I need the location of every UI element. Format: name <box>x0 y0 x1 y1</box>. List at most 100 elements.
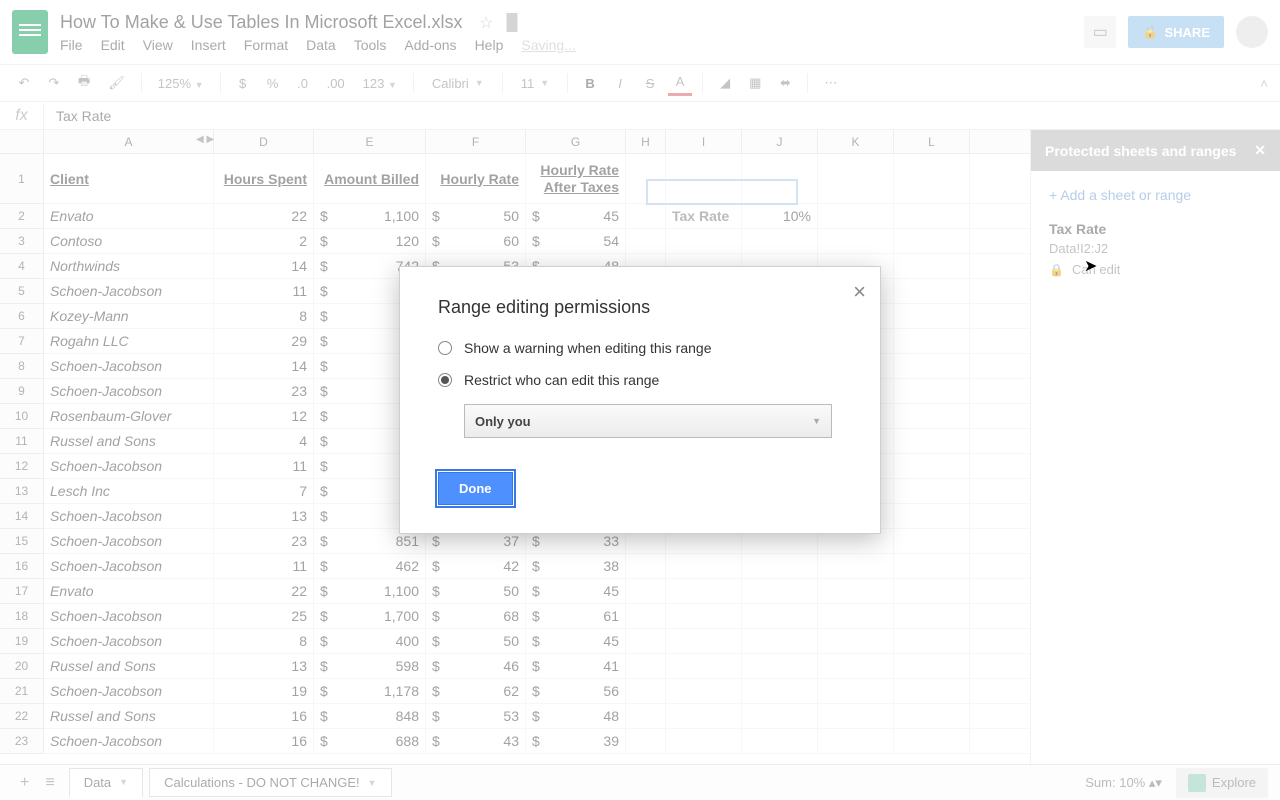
cell[interactable] <box>666 629 742 653</box>
cell[interactable] <box>666 704 742 728</box>
cell[interactable]: Lesch Inc <box>44 479 214 503</box>
cell[interactable] <box>894 679 970 703</box>
cell[interactable]: $62 <box>426 679 526 703</box>
cell[interactable]: $400 <box>314 629 426 653</box>
cell[interactable]: 19 <box>214 679 314 703</box>
cell[interactable]: 10% <box>742 204 818 228</box>
comments-icon[interactable]: ▭ <box>1084 16 1116 48</box>
cell[interactable] <box>818 604 894 628</box>
font-size-select[interactable]: 11▼ <box>513 76 557 91</box>
cell[interactable] <box>894 729 970 753</box>
col-header-K[interactable]: K <box>818 130 894 153</box>
cell[interactable] <box>742 679 818 703</box>
menu-format[interactable]: Format <box>244 37 288 53</box>
cell[interactable]: Schoen-Jacobson <box>44 379 214 403</box>
cell[interactable]: $39 <box>526 729 626 753</box>
cell[interactable]: 11 <box>214 454 314 478</box>
cell[interactable] <box>666 679 742 703</box>
cell[interactable]: 8 <box>214 629 314 653</box>
scroll-left-icon[interactable]: ◀ <box>196 134 204 145</box>
text-color-button[interactable]: A <box>668 70 692 96</box>
cell[interactable]: $60 <box>426 229 526 253</box>
cell[interactable]: Schoen-Jacobson <box>44 529 214 553</box>
cell[interactable] <box>894 354 970 378</box>
cell[interactable] <box>626 629 666 653</box>
row-header[interactable]: 13 <box>0 479 43 504</box>
cell[interactable]: $45 <box>526 204 626 228</box>
row-header[interactable]: 5 <box>0 279 43 304</box>
select-all-corner[interactable] <box>0 130 44 154</box>
cell[interactable]: $1,100 <box>314 579 426 603</box>
cell[interactable]: $1,700 <box>314 604 426 628</box>
row-header[interactable]: 2 <box>0 204 43 229</box>
cell[interactable] <box>742 579 818 603</box>
col-header-G[interactable]: G <box>526 130 626 153</box>
cell[interactable]: $38 <box>526 554 626 578</box>
cell[interactable]: $46 <box>426 654 526 678</box>
cell[interactable]: 12 <box>214 404 314 428</box>
cell[interactable]: 4 <box>214 429 314 453</box>
zoom-select[interactable]: 125% ▼ <box>152 72 210 95</box>
menu-file[interactable]: File <box>60 37 83 53</box>
editor-select[interactable]: Only you ▼ <box>464 404 832 438</box>
undo-icon[interactable]: ↶ <box>12 71 36 95</box>
cell[interactable] <box>742 704 818 728</box>
add-sheet-button[interactable]: + <box>12 770 37 796</box>
cell[interactable]: Contoso <box>44 229 214 253</box>
cell[interactable]: Hourly Rate <box>426 154 526 203</box>
formula-input[interactable]: Tax Rate <box>44 108 123 124</box>
cell[interactable]: 23 <box>214 379 314 403</box>
col-header-L[interactable]: L <box>894 130 970 153</box>
cell[interactable]: Schoen-Jacobson <box>44 604 214 628</box>
cell[interactable]: Envato <box>44 579 214 603</box>
cell[interactable] <box>626 204 666 228</box>
cell[interactable]: $54 <box>526 229 626 253</box>
cell[interactable]: 11 <box>214 279 314 303</box>
cell[interactable] <box>666 729 742 753</box>
print-icon[interactable]: 🖶 <box>72 68 96 98</box>
more-icon[interactable]: ⋯ <box>818 71 843 95</box>
tab-calculations[interactable]: Calculations - DO NOT CHANGE!▼ <box>149 768 391 797</box>
cell[interactable] <box>894 479 970 503</box>
cell[interactable]: $56 <box>526 679 626 703</box>
cell[interactable] <box>894 554 970 578</box>
column-headers[interactable]: ADEFGHIJKL <box>44 130 1030 154</box>
cell[interactable] <box>742 604 818 628</box>
cell[interactable]: 13 <box>214 504 314 528</box>
cell[interactable] <box>894 579 970 603</box>
row-header[interactable]: 10 <box>0 404 43 429</box>
cell[interactable] <box>818 154 894 203</box>
cell[interactable]: $48 <box>526 704 626 728</box>
scroll-right-icon[interactable]: ▶ <box>206 134 214 145</box>
cell[interactable]: $1,178 <box>314 679 426 703</box>
cell[interactable] <box>894 254 970 278</box>
sum-display[interactable]: Sum: 10% ▴▾ <box>1085 775 1162 791</box>
radio-restrict[interactable]: Restrict who can edit this range <box>438 372 842 388</box>
cell[interactable] <box>894 704 970 728</box>
numfmt-select[interactable]: 123 ▼ <box>357 72 403 95</box>
cell[interactable] <box>894 404 970 428</box>
strike-button[interactable]: S <box>638 72 662 95</box>
cell[interactable] <box>894 504 970 528</box>
add-range-button[interactable]: + Add a sheet or range <box>1049 187 1262 203</box>
cell[interactable] <box>742 554 818 578</box>
cell[interactable]: Schoen-Jacobson <box>44 504 214 528</box>
cell[interactable] <box>742 654 818 678</box>
cell[interactable]: 16 <box>214 704 314 728</box>
all-sheets-icon[interactable]: ≡ <box>37 770 62 796</box>
cell[interactable] <box>666 579 742 603</box>
cell[interactable] <box>626 229 666 253</box>
cell[interactable] <box>626 729 666 753</box>
col-header-D[interactable]: D <box>214 130 314 153</box>
col-header-E[interactable]: E <box>314 130 426 153</box>
cell[interactable]: Russel and Sons <box>44 654 214 678</box>
cell[interactable]: $50 <box>426 579 526 603</box>
row-header[interactable]: 15 <box>0 529 43 554</box>
explore-button[interactable]: Explore <box>1176 768 1268 798</box>
cell[interactable] <box>818 229 894 253</box>
menu-view[interactable]: View <box>143 37 173 53</box>
star-icon[interactable]: ☆ <box>479 15 493 32</box>
cell[interactable]: Schoen-Jacobson <box>44 629 214 653</box>
protected-range-item[interactable]: Tax Rate Data!I2:J2 🔒 Can edit <box>1049 221 1262 277</box>
cell[interactable]: Schoen-Jacobson <box>44 679 214 703</box>
